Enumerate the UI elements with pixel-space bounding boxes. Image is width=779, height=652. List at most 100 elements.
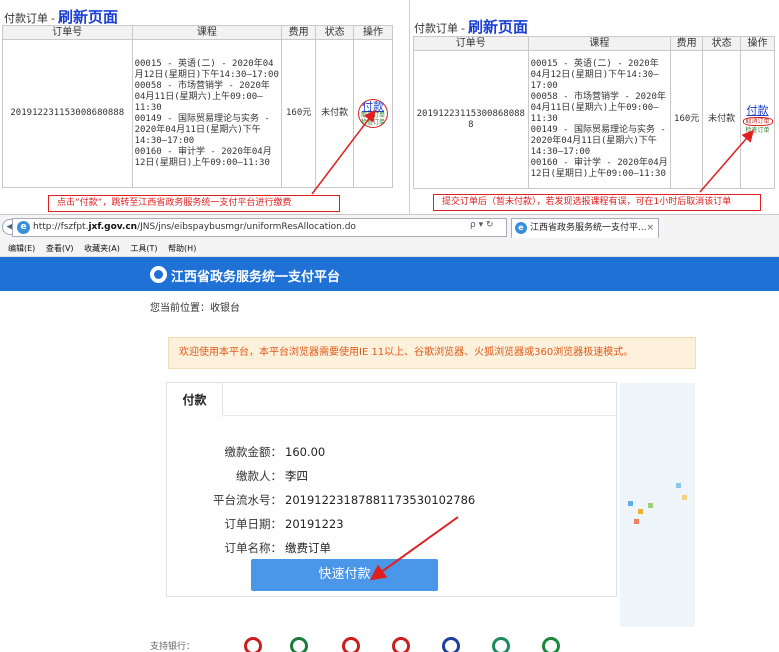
- card-header: 付款: [167, 383, 616, 417]
- bank-icon: [342, 637, 360, 652]
- column-header-course: 课程: [527, 36, 672, 51]
- ie-icon: e: [17, 221, 30, 234]
- menu-item-help[interactable]: 帮助(H): [168, 244, 196, 253]
- course-entry: 00015 - 英语(二) - 2020年04月12日(星期日)下午14:30—…: [530, 59, 659, 91]
- course-entry: 00149 - 国际贸易理论与实务 - 2020年04月11日(星期六)下午14…: [530, 125, 666, 157]
- operation-cell: 付款 取消订单 检查订单: [740, 50, 775, 189]
- decorative-square: [628, 501, 633, 506]
- column-header-order-id: 订单号: [413, 36, 529, 51]
- order-id-cell: 20191223115300868088​8: [413, 50, 529, 189]
- pay-link[interactable]: 付款: [741, 105, 774, 116]
- cancel-highlight-circle: 取消订单: [742, 117, 773, 126]
- menu-item-edit[interactable]: 编辑(E): [8, 244, 35, 253]
- column-header-operation: 操作: [353, 25, 393, 40]
- bank-icon: [290, 637, 308, 652]
- close-icon[interactable]: ×: [646, 219, 654, 237]
- browser-tab[interactable]: e 江西省政务服务统一支付平... ×: [511, 218, 659, 238]
- field-payer: 缴款人： 李四: [167, 468, 308, 484]
- table-row: 20191223115300868088​8 00015 - 英语(二) - 2…: [2, 39, 393, 188]
- column-header-status: 状态: [315, 25, 355, 40]
- decorative-square: [638, 509, 643, 514]
- platform-logo-icon: [150, 266, 167, 283]
- bank-icon: [392, 637, 410, 652]
- column-header-order-id: 订单号: [2, 25, 133, 40]
- field-label: 平台流水号：: [213, 493, 282, 507]
- decorative-square: [634, 519, 639, 524]
- refresh-page-link[interactable]: 刷新页面: [58, 8, 118, 26]
- order-table: 订单号 课程 费用 状态 操作 20191223115300868088​8 0…: [2, 25, 393, 188]
- check-order-link[interactable]: 检查订单: [361, 119, 385, 126]
- field-value: 20191223: [285, 517, 344, 531]
- field-label: 订单名称：: [224, 541, 283, 555]
- decorative-square: [682, 495, 687, 500]
- course-entry: 00160 - 审计学 - 2020年04月12日(星期日)上午09:00—11…: [530, 158, 668, 179]
- supported-banks: 支持银行：: [150, 635, 590, 652]
- bank-icon: [442, 637, 460, 652]
- field-amount: 缴款金额： 160.00: [167, 444, 326, 460]
- annotation-callout: 点击“付款”，跳转至江西省政务服务统一支付平台进行缴费: [48, 195, 340, 212]
- tab-title: 江西省政务服务统一支付平...: [530, 223, 647, 233]
- panel-title-label: 付款订单: [4, 12, 48, 25]
- menu-item-tools[interactable]: 工具(T): [130, 244, 157, 253]
- quick-pay-button[interactable]: 快速付款: [251, 559, 438, 591]
- course-entry: 00160 - 审计学 - 2020年04月12日(星期日)上午09:00—11…: [134, 146, 272, 168]
- site-title: 江西省政务服务统一支付平台: [171, 270, 341, 285]
- course-entry: 00058 - 市场营销学 - 2020年04月11日(星期六)上午09:00—…: [134, 80, 270, 113]
- table-header-row: 订单号 课程 费用 状态 操作: [2, 25, 393, 40]
- title-separator: -: [51, 12, 55, 25]
- browser-notice: 欢迎使用本平台，本平台浏览器需要使用IE 11以上、谷歌浏览器、火狐浏览器或36…: [168, 337, 696, 369]
- fee-cell: 160元: [670, 50, 704, 189]
- menu-item-favorites[interactable]: 收藏夹(A): [84, 244, 120, 253]
- payment-card: 付款 缴款金额： 160.00 缴款人： 李四 平台流水号： 201912231878…: [166, 382, 617, 597]
- field-value: 160.00: [285, 445, 326, 459]
- course-cell: 00015 - 英语(二) - 2020年04月12日(星期日)下午14:30—…: [527, 50, 672, 189]
- table-header-row: 订单号 课程 费用 状态 操作: [413, 36, 775, 51]
- search-refresh-icon[interactable]: ρ ▾ ↻: [470, 220, 494, 230]
- address-bar[interactable]: e http://fszfpt.jxf.gov.cn/JNS/jns/eibsp…: [12, 218, 507, 237]
- order-id-cell: 20191223115300868088​8: [2, 39, 133, 188]
- status-cell: 未付款: [702, 50, 742, 189]
- url-domain: jxf.gov.cn: [88, 222, 138, 232]
- fee-cell: 160元: [281, 39, 317, 188]
- site-banner: 江西省政务服务统一支付平台: [0, 257, 779, 291]
- column-header-fee: 费用: [281, 25, 317, 40]
- browser-window: ◀ e http://fszfpt.jxf.gov.cn/JNS/jns/eib…: [0, 214, 779, 652]
- menu-item-view[interactable]: 查看(V): [46, 244, 74, 253]
- field-serial-number: 平台流水号： 20191223187881173530102786: [167, 492, 475, 508]
- tab-payment[interactable]: 付款: [167, 383, 223, 417]
- refresh-page-link[interactable]: 刷新页面: [468, 18, 528, 36]
- url-path: /JNS/jns/eibspaybusmgr/uniformResAllocat…: [137, 222, 356, 232]
- decorative-square: [648, 503, 653, 508]
- column-header-course: 课程: [131, 25, 283, 40]
- title-separator: -: [461, 22, 465, 35]
- panel-title: 付款订单 - 刷新页面: [414, 16, 528, 37]
- order-panel-left: 付款订单 - 刷新页面 订单号 课程 费用 状态 操作 20191223115300…: [0, 0, 395, 214]
- field-order-name: 订单名称： 缴费订单: [167, 540, 332, 556]
- bank-icon: [492, 637, 510, 652]
- cancel-order-link[interactable]: 取消订单: [361, 112, 385, 119]
- annotation-callout: 提交订单后（暂未付款），若发现选报课程有误，可在1小时后取消该订单: [433, 194, 761, 211]
- field-value: 李四: [285, 469, 308, 483]
- order-table: 订单号 课程 费用 状态 操作 20191223115300868088​8 0…: [413, 36, 775, 189]
- column-header-fee: 费用: [670, 36, 704, 51]
- pay-link[interactable]: 付款: [361, 101, 385, 112]
- field-value: 缴费订单: [285, 541, 331, 555]
- panel-title-label: 付款订单: [414, 22, 458, 35]
- operation-cell: 付款 取消订单 检查订单: [353, 39, 393, 188]
- menu-bar: 编辑(E) 查看(V) 收藏夹(A) 工具(T) 帮助(H): [0, 241, 779, 257]
- column-header-operation: 操作: [740, 36, 775, 51]
- decorative-square: [676, 483, 681, 488]
- status-cell: 未付款: [315, 39, 355, 188]
- banks-label: 支持银行：: [150, 642, 196, 652]
- bank-icon: [244, 637, 262, 652]
- breadcrumb: 您当前位置：收银台: [150, 303, 240, 314]
- bank-icon: [542, 637, 560, 652]
- check-order-link[interactable]: 检查订单: [741, 127, 774, 134]
- cancel-order-link[interactable]: 取消订单: [746, 118, 770, 125]
- address-bar-row: ◀ e http://fszfpt.jxf.gov.cn/JNS/jns/eib…: [0, 215, 779, 241]
- pay-highlight-circle: 付款 取消订单 检查订单: [358, 99, 389, 128]
- field-order-date: 订单日期： 20191223: [167, 516, 344, 532]
- order-panel-right: 付款订单 - 刷新页面 订单号 课程 费用 状态 操作 20191223115300…: [409, 0, 779, 214]
- field-value: 20191223187881173530102786: [285, 493, 476, 507]
- ie-icon: e: [515, 222, 527, 234]
